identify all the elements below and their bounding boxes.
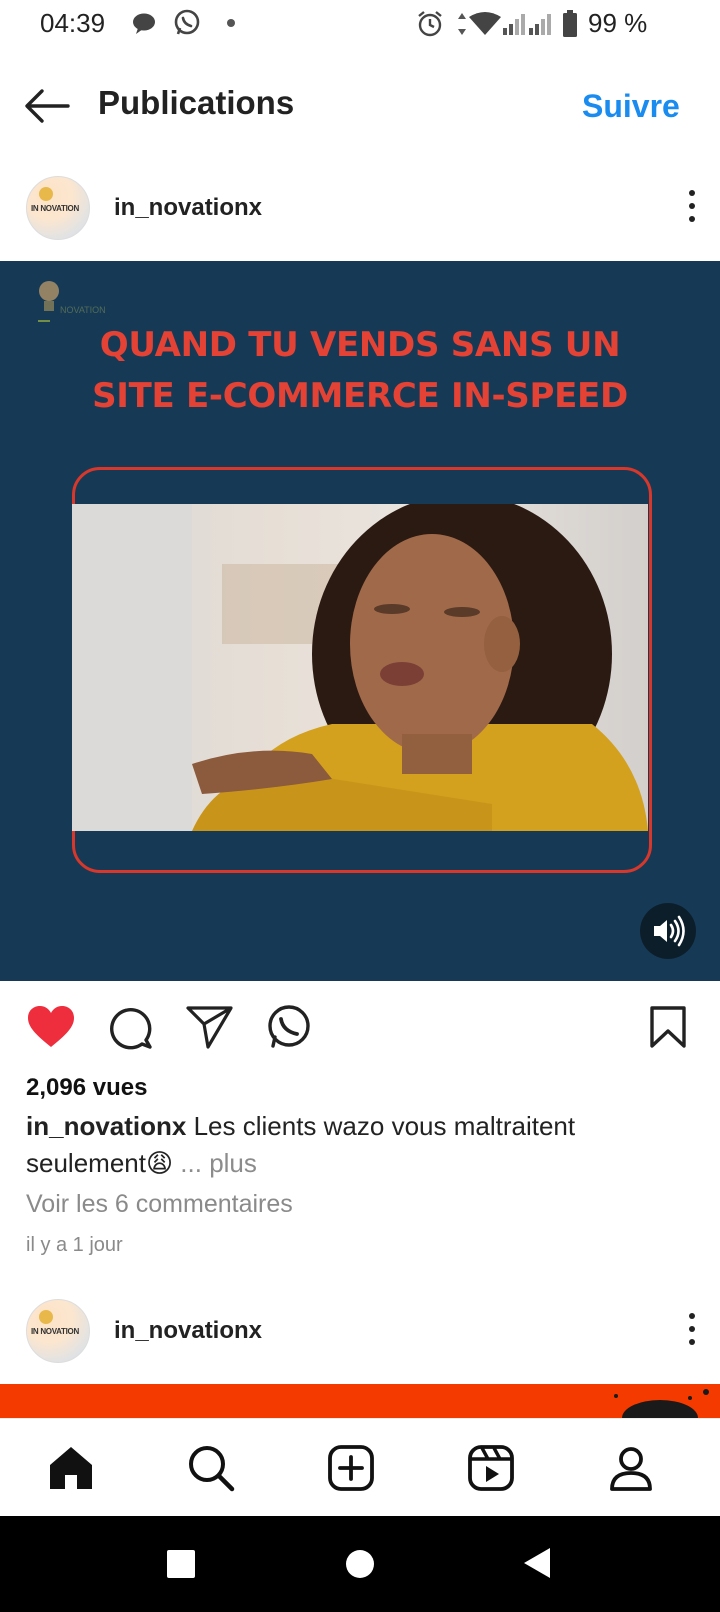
bookmark-icon (650, 1006, 686, 1048)
nav-create[interactable] (326, 1443, 376, 1493)
back-triangle-icon (524, 1548, 550, 1578)
more-dot-icon (689, 203, 695, 209)
arrow-left-icon (25, 89, 70, 123)
more-dot-icon (689, 190, 695, 196)
heart-filled-icon (28, 1006, 74, 1047)
avatar-logo-text: IN NOVATION (31, 1327, 79, 1336)
bottom-navigation (0, 1418, 720, 1517)
volume-icon (654, 915, 685, 947)
post-username[interactable]: in_novationx (114, 1317, 262, 1345)
nav-profile[interactable] (606, 1443, 656, 1493)
comment-icon (110, 1008, 152, 1050)
home-button[interactable] (344, 1548, 376, 1585)
like-button[interactable] (26, 1004, 76, 1055)
splash-decoration-icon (614, 1389, 709, 1420)
more-options-button[interactable] (687, 190, 697, 226)
overlay-title-line-2: SITE E-COMMERCE IN-SPEED (92, 376, 628, 416)
comment-button[interactable] (108, 1004, 154, 1055)
battery-icon (563, 10, 577, 37)
home-icon (50, 1447, 92, 1489)
more-dot-icon (689, 1339, 695, 1345)
whatsapp-icon (268, 1005, 310, 1048)
bulb-logo-icon (39, 187, 53, 201)
signal-icon (529, 14, 551, 35)
post-username[interactable]: in_novationx (114, 194, 262, 222)
status-bar: 04:39 99 % (0, 0, 720, 50)
avatar-logo-text: IN NOVATION (31, 204, 79, 213)
signal-icon (503, 14, 525, 35)
avatar[interactable]: IN NOVATION (26, 176, 90, 240)
home-circle-icon (346, 1550, 374, 1578)
post-caption: in_novationx Les clients wazo vous maltr… (26, 1108, 696, 1182)
reels-icon (468, 1445, 514, 1491)
follow-button[interactable]: Suivre (582, 88, 680, 125)
whatsapp-icon (174, 9, 200, 35)
more-dot-icon (689, 1326, 695, 1332)
search-icon (189, 1446, 235, 1492)
avatar[interactable]: IN NOVATION (26, 1299, 90, 1363)
wifi-icon (469, 12, 501, 35)
nav-search[interactable] (186, 1443, 236, 1493)
battery-percentage: 99 % (588, 8, 648, 38)
nav-reels[interactable] (466, 1443, 516, 1493)
next-post-media-preview[interactable] (0, 1384, 720, 1420)
caption-more-link[interactable]: ... plus (173, 1148, 257, 1178)
back-button[interactable] (24, 88, 70, 129)
chat-bubble-icon (133, 13, 155, 34)
create-icon (328, 1445, 374, 1491)
nav-home[interactable] (46, 1443, 96, 1493)
recents-button[interactable] (166, 1549, 196, 1584)
caption-username[interactable]: in_novationx (26, 1111, 186, 1141)
woman-photo-illustration (72, 504, 648, 831)
more-dot-icon (689, 1313, 695, 1319)
recents-icon (167, 1550, 195, 1578)
dot-icon (227, 19, 235, 27)
post-timestamp: il y a 1 jour (26, 1234, 123, 1256)
status-time: 04:39 (40, 8, 106, 38)
back-nav-button[interactable] (522, 1546, 552, 1585)
video-still-image (72, 504, 648, 831)
view-comments-link[interactable]: Voir les 6 commentaires (26, 1190, 293, 1219)
bulb-logo-icon (39, 1310, 53, 1324)
page-title: Publications (98, 84, 295, 121)
share-button[interactable] (186, 1004, 234, 1055)
post-media[interactable]: NOVATION QUAND TU VENDS SANS UN SITE E-C… (0, 261, 720, 981)
save-button[interactable] (649, 1005, 687, 1054)
more-dot-icon (689, 216, 695, 222)
data-arrows-icon (458, 13, 466, 35)
overlay-title-line-1: QUAND TU VENDS SANS UN (99, 325, 621, 365)
volume-button[interactable] (640, 903, 696, 959)
weary-face-emoji: 😩 (145, 1148, 174, 1178)
whatsapp-share-button[interactable] (264, 1004, 312, 1055)
view-count: 2,096 vues (26, 1074, 148, 1101)
bulb-logo-icon (38, 281, 59, 322)
send-icon (186, 1006, 233, 1049)
media-logo-text: NOVATION (60, 305, 106, 315)
android-navigation-bar (0, 1516, 720, 1612)
alarm-icon (418, 11, 442, 37)
profile-icon (610, 1447, 652, 1491)
more-options-button[interactable] (687, 1313, 697, 1349)
